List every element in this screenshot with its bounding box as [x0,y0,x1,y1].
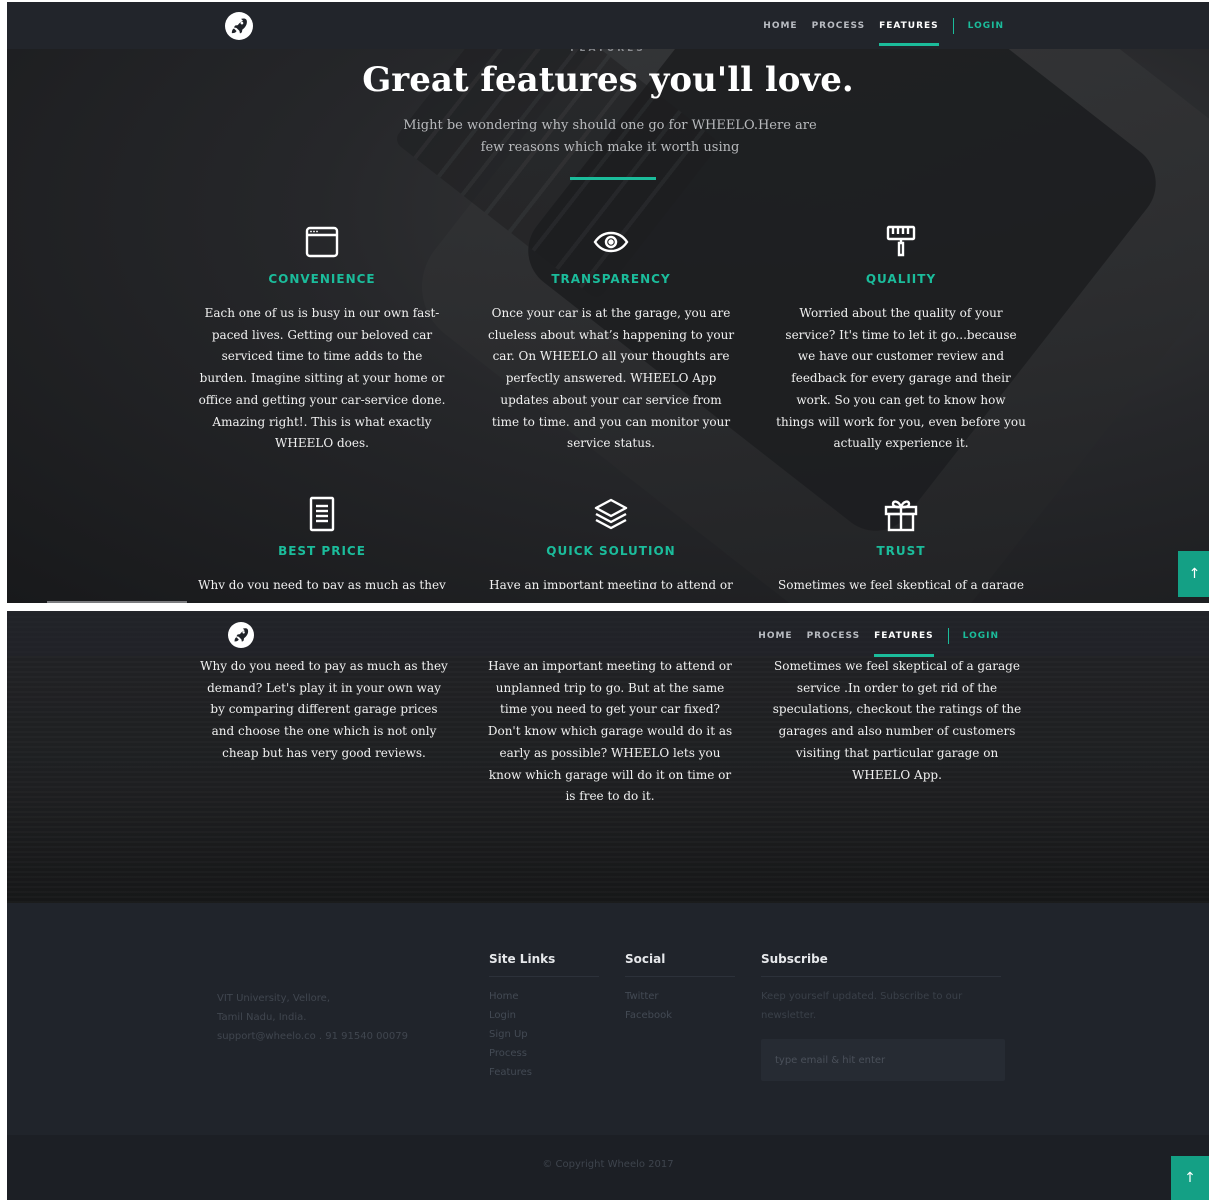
footer-link-process[interactable]: Process [489,1044,599,1063]
feature-title: QUALIITY [865,272,937,286]
footer-link-login[interactable]: Login [489,1006,599,1025]
footer-social: Social Twitter Facebook [625,952,735,1025]
feature-best-price-text: Why do you need to pay as much as they d… [200,659,448,760]
footer-heading: Social [625,952,735,977]
feature-quality: QUALIITY Worried about the quality of yo… [776,224,1026,455]
feature-trust-text: Sometimes we feel skeptical of a garage … [772,659,1022,782]
feature-text-preview: Sometimes we feel skeptical of a garage [778,578,1024,589]
eye-icon [593,224,629,260]
nav-login[interactable]: LOGIN [963,631,999,641]
feature-text: Once your car is at the garage, you are … [487,306,735,451]
feature-transparency: TRANSPARENCY Once your car is at the gar… [486,224,736,455]
footer-link-features[interactable]: Features [489,1063,599,1082]
feature-best-price: BEST PRICE Why do you need to pay as muc… [197,496,447,589]
copyright-text: © Copyright Wheelo 2017 [542,1159,674,1170]
nav-features[interactable]: FEATURES [879,21,939,46]
footer-subscribe: Subscribe Keep yourself updated. Subscri… [761,952,1005,1081]
rocket-icon[interactable] [225,12,253,40]
features-section-top: FEATURES HOME PROCESS FEATURES LOGIN Gre… [7,2,1209,603]
features-section-bottom: HOME PROCESS FEATURES LOGIN Why do you n… [7,611,1209,1200]
nav-home[interactable]: HOME [763,21,797,31]
main-nav: HOME PROCESS FEATURES LOGIN [744,628,999,657]
feature-text: Worried about the quality of your servic… [776,306,1026,451]
feature-text: Each one of us is busy in our own fast-p… [198,306,446,451]
scroll-top-button[interactable]: ↑ [1178,551,1209,597]
paint-roller-icon [883,224,919,260]
browser-window-icon [304,224,340,260]
arrow-up-icon: ↑ [1188,566,1201,582]
section-subtitle: Might be wondering why should one go for… [403,118,817,155]
rocket-icon[interactable] [228,622,254,648]
footer-link-facebook[interactable]: Facebook [625,1006,735,1025]
main-nav: HOME PROCESS FEATURES LOGIN [749,18,1004,46]
page-title: Great features you'll love. [362,60,854,100]
feature-quick-solution: QUICK SOLUTION Have an important meeting… [486,496,736,589]
copyright-bar: © Copyright Wheelo 2017 [7,1135,1209,1200]
horizontal-scrollbar[interactable] [47,601,187,603]
address-line: Tamil Nadu, India. [217,1012,307,1023]
nav-divider [952,18,954,34]
navbar: HOME PROCESS FEATURES LOGIN [7,2,1209,49]
arrow-up-icon: ↑ [1184,1170,1196,1186]
title-underline [570,177,656,180]
nav-login[interactable]: LOGIN [968,21,1004,31]
footer: VIT University, Vellore, Tamil Nadu, Ind… [7,903,1209,1200]
footer-heading: Subscribe [761,952,1001,977]
subscribe-email-input[interactable] [761,1039,1005,1081]
feature-quick-solution-text: Have an important meeting to attend or u… [487,659,733,804]
feature-convenience: CONVENIENCE Each one of us is busy in ou… [197,224,447,455]
address-line: VIT University, Vellore, [217,993,330,1004]
footer-link-signup[interactable]: Sign Up [489,1025,599,1044]
feature-title: BEST PRICE [278,544,366,558]
feature-title: TRUST [876,544,926,558]
nav-features[interactable]: FEATURES [874,631,934,657]
gift-icon [883,496,919,532]
feature-title: QUICK SOLUTION [546,544,676,558]
nav-process[interactable]: PROCESS [807,631,861,641]
footer-address: VIT University, Vellore, Tamil Nadu, Ind… [217,989,408,1046]
feature-text-preview: Why do you need to pay as much as they [198,578,446,589]
layers-icon [593,496,629,532]
footer-heading: Site Links [489,952,599,977]
document-icon [304,496,340,532]
feature-text-preview: Have an important meeting to attend or [489,578,733,589]
footer-site-links: Site Links Home Login Sign Up Process Fe… [489,952,599,1082]
feature-trust: TRUST Sometimes we feel skeptical of a g… [776,496,1026,589]
nav-process[interactable]: PROCESS [812,21,866,31]
scroll-top-button[interactable]: ↑ [1171,1156,1209,1200]
feature-title: TRANSPARENCY [551,272,671,286]
contact-line: support@wheelo.co . 91 91540 00079 [217,1031,408,1042]
nav-home[interactable]: HOME [758,631,792,641]
subscribe-text: Keep yourself updated. Subscribe to our … [761,991,963,1021]
nav-divider [947,628,949,644]
footer-link-home[interactable]: Home [489,987,599,1006]
footer-link-twitter[interactable]: Twitter [625,987,735,1006]
feature-title: CONVENIENCE [268,272,376,286]
navbar-sticky: HOME PROCESS FEATURES LOGIN [7,611,1209,657]
